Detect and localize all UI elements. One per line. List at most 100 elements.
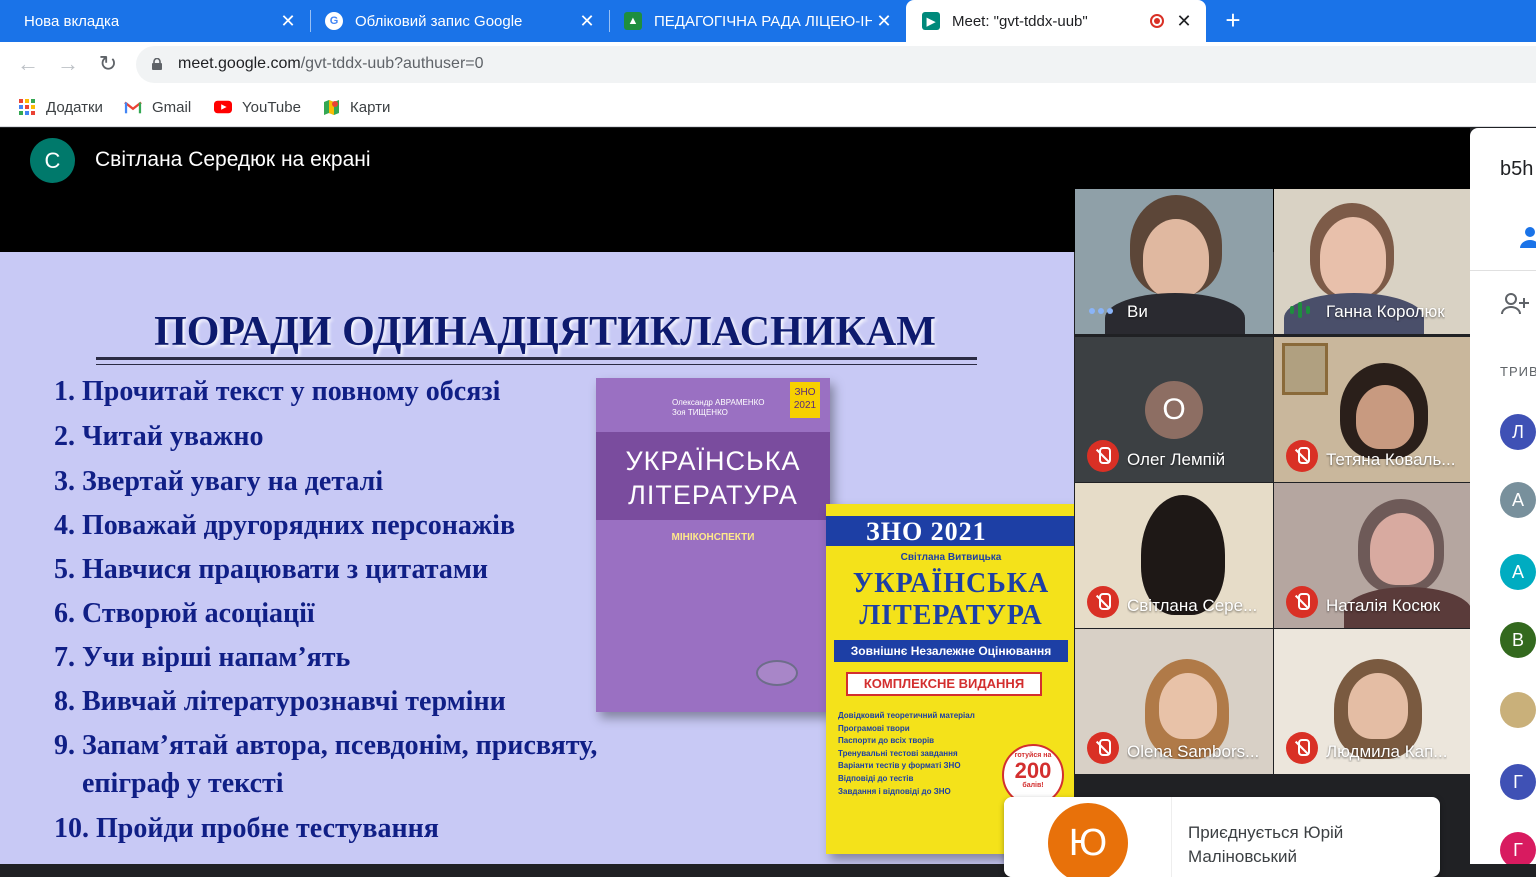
tab-meet[interactable]: ▶ Meet: "gvt-tddx-uub" ✕ — [906, 0, 1206, 42]
meeting-code: b5h — [1500, 158, 1534, 180]
close-icon[interactable]: ✕ — [278, 11, 298, 31]
speaking-dots-icon — [1089, 308, 1113, 314]
participant-tile[interactable]: Світлана Сере... — [1075, 483, 1273, 628]
tab-title: Meet: "gvt-tddx-uub" — [952, 12, 1088, 30]
zno-badge: ЗНО 2021 — [790, 382, 820, 418]
participant-name: Ви — [1127, 302, 1148, 321]
people-icon[interactable] — [1520, 226, 1536, 248]
gmail-icon — [124, 101, 142, 114]
participant-name: Ганна Королюк — [1326, 302, 1445, 321]
feature-item: Програмові твори — [838, 723, 910, 733]
zno-year: ЗНО 2021 — [866, 517, 987, 546]
book-subtitle: Зовнішнє Незалежне Оцінювання — [834, 640, 1068, 662]
tab-title: Нова вкладка — [24, 12, 120, 30]
participant-tile[interactable]: Olena Sambors... — [1075, 629, 1273, 774]
feature-item: Паспорти до всіх творів — [838, 736, 935, 746]
participant-video — [1348, 673, 1408, 739]
participant-avatar[interactable] — [1500, 692, 1536, 728]
youtube-icon — [214, 100, 232, 114]
bookmark-label: Gmail — [152, 98, 192, 116]
reload-icon[interactable]: ↻ — [96, 52, 120, 76]
bookmark-maps[interactable]: Карти — [322, 96, 390, 118]
add-person-icon[interactable] — [1500, 292, 1530, 316]
feature-item: Тренувальні тестові завдання — [838, 748, 958, 758]
book-title: УКРАЇНСЬКА — [625, 446, 801, 476]
participant-tile[interactable]: Ганна Королюк — [1274, 189, 1472, 334]
bookmark-gmail[interactable]: Gmail — [124, 96, 191, 118]
tab-strip: Нова вкладка ✕ G Обліковий запис Google … — [0, 0, 1536, 42]
tip-item: 9. Запам’ятай автора, псевдонім, присвят… — [54, 730, 598, 761]
mic-off-icon — [1286, 440, 1318, 472]
close-icon[interactable]: ✕ — [1174, 11, 1194, 31]
joining-avatar: Ю — [1048, 803, 1128, 877]
feature-list: Довідковий теоретичний матеріал Програмо… — [838, 710, 975, 798]
participant-tile[interactable]: Ви — [1075, 189, 1273, 334]
publisher-seal-icon — [756, 660, 798, 686]
speaking-bars-icon — [1290, 302, 1310, 318]
book-subtitle: МІНІКОНСПЕКТИ — [671, 532, 755, 543]
zno-text: ЗНО — [794, 387, 816, 398]
participant-name: Олег Лемпій — [1127, 450, 1226, 469]
tip-item: епіграф у тексті — [54, 768, 284, 799]
google-icon: G — [325, 12, 343, 30]
close-icon[interactable]: ✕ — [874, 11, 894, 31]
tip-item: 8. Вивчай літературознавчі терміни — [54, 686, 506, 717]
tab-classroom[interactable]: ▲ ПЕДАГОГІЧНА РАДА ЛІЦЕЮ-ІНТ ✕ — [610, 0, 906, 42]
tab-new-tab[interactable]: Нова вкладка ✕ — [0, 0, 310, 42]
lock-icon — [152, 58, 162, 70]
address-bar[interactable]: meet.google.com/gvt-tddx-uub?authuser=0 — [136, 46, 1536, 83]
tab-title: ПЕДАГОГІЧНА РАДА ЛІЦЕЮ-ІНТ — [654, 12, 872, 30]
feature-item: Довідковий теоретичний матеріал — [838, 711, 975, 720]
mic-off-icon — [1286, 586, 1318, 618]
presenter-label: Світлана Середюк на екрані — [95, 148, 371, 171]
participant-avatar: О — [1145, 381, 1203, 439]
forward-icon[interactable]: → — [56, 52, 80, 76]
url-text: meet.google.com/gvt-tddx-uub?authuser=0 — [178, 55, 484, 73]
apps-grid-icon — [19, 99, 35, 115]
edition-label: КОМПЛЕКСНЕ ВИДАННЯ — [846, 672, 1042, 696]
feature-item: Відповіді до тестів — [838, 773, 914, 783]
book-author: Зоя ТИЩЕНКО — [672, 408, 728, 417]
participant-tile[interactable]: О Олег Лемпій — [1075, 337, 1273, 482]
mic-off-icon — [1087, 586, 1119, 618]
tip-item: 3. Звертай увагу на деталі — [54, 466, 384, 497]
bookmark-label: YouTube — [242, 98, 301, 116]
participant-avatar[interactable]: А — [1500, 482, 1536, 518]
participant-avatar[interactable]: А — [1500, 554, 1536, 590]
participant-avatar[interactable]: Г — [1500, 832, 1536, 864]
tab-google-account[interactable]: G Обліковий запис Google ✕ — [311, 0, 609, 42]
participant-video — [1159, 673, 1217, 739]
participant-name: Olena Sambors... — [1127, 742, 1260, 761]
wall-picture — [1282, 343, 1328, 395]
meet-stage: С Світлана Середюк на екрані ПОРАДИ ОДИН… — [0, 128, 1472, 864]
side-panel: b5h ТРИВ Л А А В Г Г — [1470, 128, 1536, 864]
close-icon[interactable]: ✕ — [577, 11, 597, 31]
participant-avatar[interactable]: Г — [1500, 764, 1536, 800]
participant-avatar[interactable]: Л — [1500, 414, 1536, 450]
recording-icon — [1150, 14, 1164, 28]
notification-media: Ю — [1004, 797, 1172, 877]
new-tab-button[interactable]: + — [1220, 7, 1246, 34]
slide-title: ПОРАДИ ОДИНАДЦЯТИКЛАСНИКАМ — [154, 309, 936, 355]
book-cover-miniconspects: Олександр АВРАМЕНКО Зоя ТИЩЕНКО ЗНО 2021 У… — [596, 378, 830, 712]
tip-item: 6. Створюй асоціації — [54, 598, 315, 629]
bookmark-apps[interactable]: Додатки — [18, 96, 103, 118]
tip-item: 2. Читай уважно — [54, 421, 264, 452]
participant-name: Світлана Сере... — [1127, 596, 1258, 615]
participant-tile[interactable]: Людмила Кап... — [1274, 629, 1472, 774]
tip-item: 1. Прочитай текст у повному обсязі — [54, 376, 501, 407]
section-header: ТРИВ — [1500, 364, 1536, 379]
participant-video — [1370, 513, 1434, 585]
book-title: УКРАЇНСЬКА — [852, 568, 1050, 599]
book-author: Світлана Витвицька — [900, 552, 1002, 563]
back-icon[interactable]: ← — [16, 52, 40, 76]
participant-video — [1143, 219, 1209, 297]
participant-name: Тетяна Коваль... — [1326, 450, 1456, 469]
url-host: meet.google.com — [178, 55, 301, 72]
participant-avatar[interactable]: В — [1500, 622, 1536, 658]
tip-item: 10. Пройди пробне тестування — [54, 813, 439, 844]
shared-slide: ПОРАДИ ОДИНАДЦЯТИКЛАСНИКАМ 1. Прочитай т… — [0, 252, 1074, 864]
participant-tile[interactable]: Наталія Косюк — [1274, 483, 1472, 628]
participant-tile[interactable]: Тетяна Коваль... — [1274, 337, 1472, 482]
bookmark-youtube[interactable]: YouTube — [214, 96, 301, 118]
